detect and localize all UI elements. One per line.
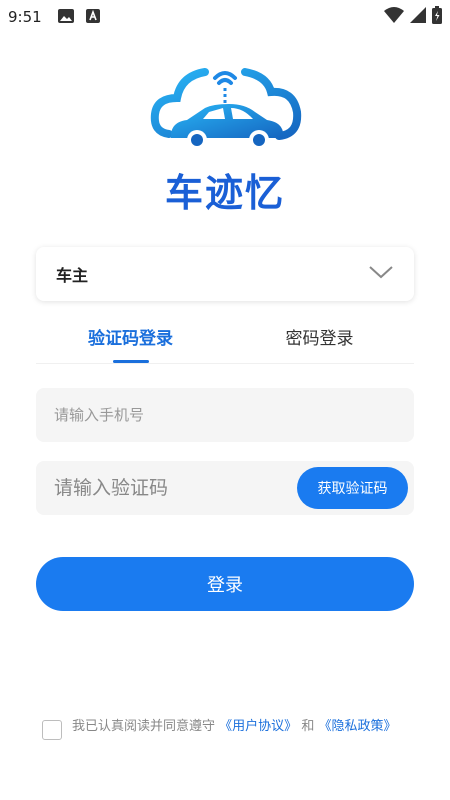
phone-input[interactable] (54, 406, 396, 424)
role-select-value: 车主 (56, 266, 89, 285)
status-time: 9:51 (8, 8, 42, 26)
user-agreement-link[interactable]: 《用户协议》 (219, 719, 297, 734)
active-tab-indicator (112, 360, 149, 363)
verification-code-input[interactable] (54, 477, 297, 499)
tab-password-login[interactable]: 密码登录 (225, 318, 414, 363)
agreement: 我已认真阅读并同意遵守 《用户协议》 和 《隐私政策》 (42, 716, 412, 740)
agreement-text: 我已认真阅读并同意遵守 《用户协议》 和 《隐私政策》 (72, 716, 396, 740)
status-icons (384, 6, 442, 28)
agreement-prefix: 我已认真阅读并同意遵守 (72, 719, 216, 734)
tab-sms-login-label: 验证码登录 (88, 329, 173, 349)
agreement-checkbox[interactable] (42, 720, 62, 740)
font-icon (85, 8, 100, 27)
app-name: 车迹忆 (164, 171, 285, 215)
status-bar: 9:51 (0, 0, 450, 34)
phone-field-container (36, 388, 414, 442)
code-field-container: 获取验证码 (36, 461, 414, 515)
agreement-conjunction: 和 (301, 719, 315, 734)
battery-icon (432, 6, 442, 28)
wifi-icon (384, 7, 404, 27)
signal-icon (410, 7, 426, 27)
role-select[interactable]: 车主 (36, 247, 414, 301)
get-code-button[interactable]: 获取验证码 (297, 467, 408, 509)
image-icon (57, 8, 74, 27)
login-button[interactable]: 登录 (36, 557, 414, 611)
tab-sms-login[interactable]: 验证码登录 (36, 318, 225, 363)
login-tabs: 验证码登录 密码登录 (36, 318, 414, 364)
chevron-down-icon (368, 264, 394, 284)
privacy-policy-link[interactable]: 《隐私政策》 (318, 719, 396, 734)
tab-password-login-label: 密码登录 (285, 329, 354, 349)
